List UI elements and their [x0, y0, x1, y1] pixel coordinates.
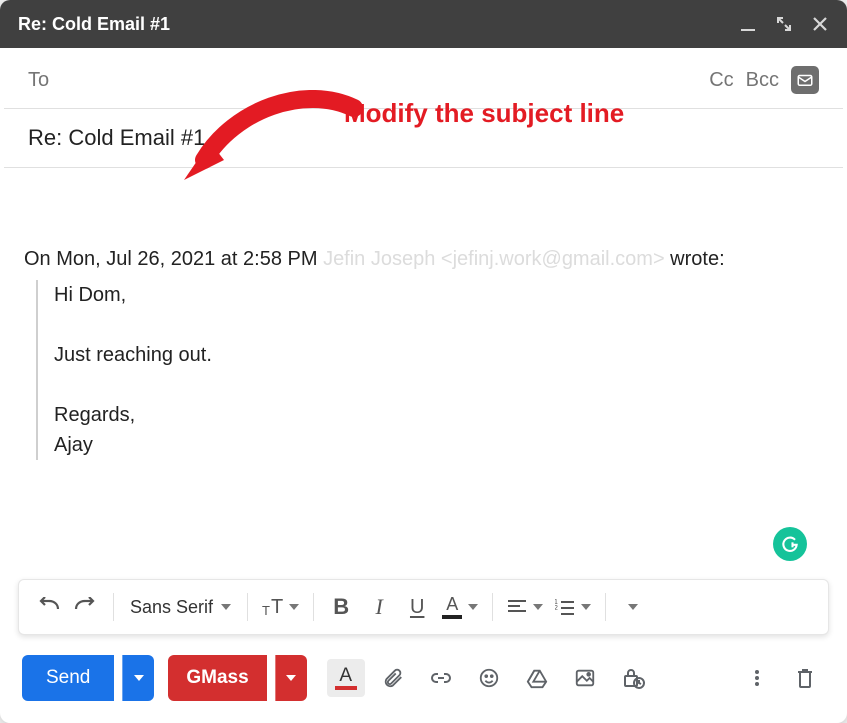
chevron-down-icon	[286, 675, 296, 681]
bold-button[interactable]: B	[324, 589, 358, 625]
more-formatting-button[interactable]	[616, 589, 650, 625]
font-size-icon: TT	[262, 597, 283, 617]
align-icon	[507, 599, 527, 615]
quoted-line: Regards,	[54, 400, 823, 430]
text-color-button[interactable]: A	[438, 589, 482, 625]
bcc-button[interactable]: Bcc	[746, 69, 779, 92]
quote-intro-sender: Jefin Joseph <jefinj.work@gmail.com>	[323, 248, 665, 270]
gmass-more-button[interactable]	[275, 655, 307, 701]
italic-icon: I	[376, 594, 383, 620]
chevron-down-icon	[468, 604, 478, 610]
insert-photo-button[interactable]	[565, 658, 605, 698]
kebab-icon	[747, 668, 767, 688]
fullscreen-icon[interactable]	[775, 15, 793, 33]
quote-intro-suffix: wrote:	[665, 248, 725, 270]
chevron-down-icon	[581, 604, 591, 610]
cc-button[interactable]: Cc	[709, 69, 733, 92]
window-title: Re: Cold Email #1	[18, 14, 739, 35]
redo-button[interactable]	[69, 589, 103, 625]
quoted-line: Just reaching out.	[54, 340, 823, 370]
recipients-row: To Cc Bcc Modify the subject line	[4, 48, 843, 109]
font-size-button[interactable]: TT	[258, 589, 303, 625]
quoted-line	[54, 370, 823, 400]
quote-intro-prefix: On Mon, Jul 26, 2021 at 2:58 PM	[24, 248, 323, 270]
gmass-envelope-icon[interactable]	[791, 66, 819, 94]
gmass-button[interactable]: GMass	[168, 655, 266, 701]
quoted-line	[54, 310, 823, 340]
italic-button[interactable]: I	[362, 589, 396, 625]
formatting-toggle-icon: A	[339, 666, 352, 685]
undo-button[interactable]	[31, 589, 65, 625]
quoted-line: Ajay	[54, 430, 823, 460]
emoji-icon	[478, 667, 500, 689]
grammarly-icon[interactable]	[773, 527, 807, 561]
font-family-label: Sans Serif	[130, 597, 213, 618]
underline-icon: U	[410, 596, 424, 619]
chevron-down-icon	[134, 675, 144, 681]
chevron-down-icon	[628, 604, 638, 610]
trash-icon	[795, 667, 815, 689]
to-label: To	[28, 69, 58, 92]
font-family-select[interactable]: Sans Serif	[124, 589, 237, 625]
lock-clock-icon	[621, 666, 645, 690]
quoted-block: Hi Dom, Just reaching out. Regards, Ajay	[36, 280, 823, 460]
text-color-icon: A	[442, 595, 462, 619]
minimize-icon[interactable]	[739, 15, 757, 33]
chevron-down-icon	[289, 604, 299, 610]
link-icon	[429, 666, 453, 690]
align-button[interactable]	[503, 589, 547, 625]
underline-button[interactable]: U	[400, 589, 434, 625]
svg-text:2: 2	[555, 605, 558, 612]
photo-icon	[574, 667, 596, 689]
format-toolbar: Sans Serif TT B I U A 1 2	[18, 579, 829, 635]
chevron-down-icon	[221, 604, 231, 610]
paperclip-icon	[382, 667, 404, 689]
discard-draft-button[interactable]	[785, 658, 825, 698]
confidential-mode-button[interactable]	[613, 658, 653, 698]
titlebar: Re: Cold Email #1	[0, 0, 847, 48]
close-icon[interactable]	[811, 15, 829, 33]
insert-drive-button[interactable]	[517, 658, 557, 698]
subject-input[interactable]	[28, 125, 819, 151]
send-button[interactable]: Send	[22, 655, 114, 701]
send-more-button[interactable]	[122, 655, 154, 701]
more-options-button[interactable]	[737, 658, 777, 698]
list-icon: 1 2	[555, 599, 575, 615]
insert-link-button[interactable]	[421, 658, 461, 698]
chevron-down-icon	[533, 604, 543, 610]
to-input[interactable]	[70, 70, 697, 91]
email-body[interactable]: On Mon, Jul 26, 2021 at 2:58 PM Jefin Jo…	[0, 168, 847, 541]
subject-row	[4, 109, 843, 168]
formatting-toggle-button[interactable]: A	[327, 659, 365, 697]
quote-intro: On Mon, Jul 26, 2021 at 2:58 PM Jefin Jo…	[24, 244, 823, 274]
bottom-bar: Send GMass A	[0, 635, 847, 723]
bold-icon: B	[333, 594, 349, 620]
insert-emoji-button[interactable]	[469, 658, 509, 698]
compose-window: Re: Cold Email #1 To Cc Bcc	[0, 0, 847, 723]
drive-icon	[526, 667, 548, 689]
attach-button[interactable]	[373, 658, 413, 698]
list-button[interactable]: 1 2	[551, 589, 595, 625]
quoted-line: Hi Dom,	[54, 280, 823, 310]
